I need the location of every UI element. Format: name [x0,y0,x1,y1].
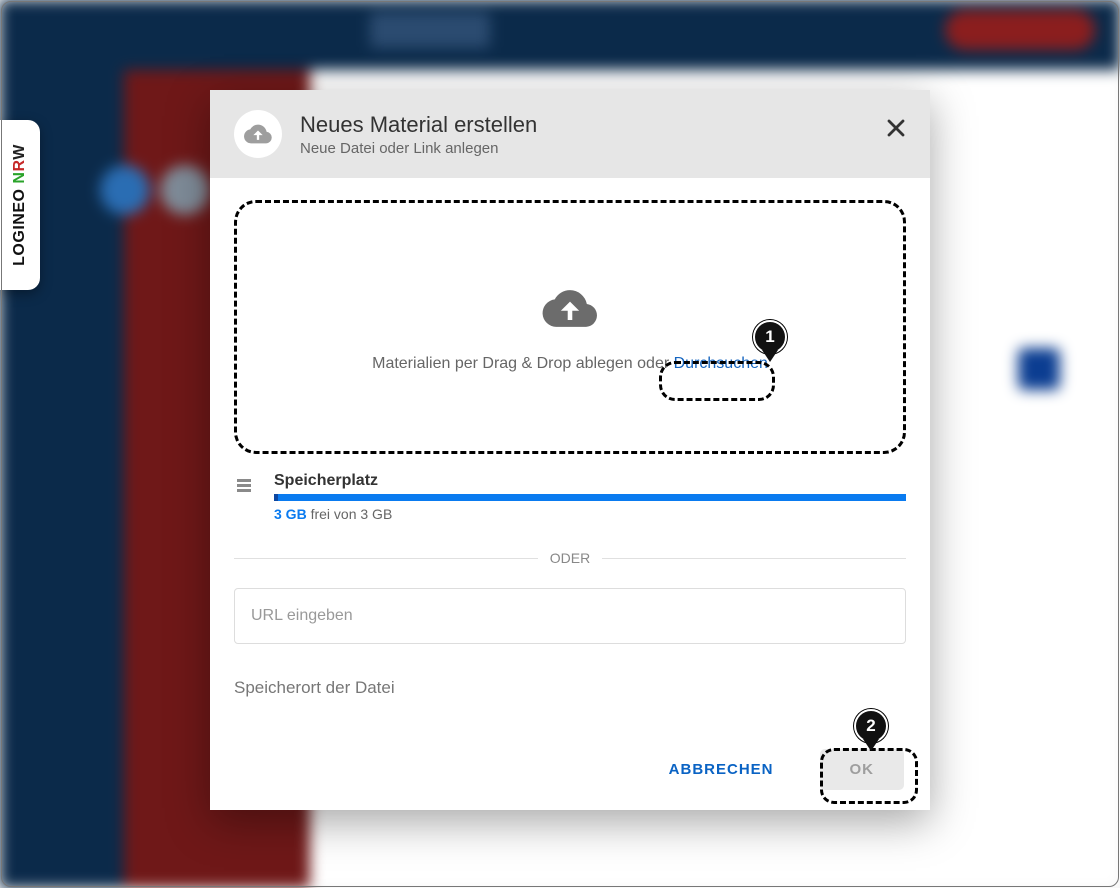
annotation-marker-1: 1 [753,320,787,354]
storage-icon [234,472,258,505]
storage-text: 3 GB frei von 3 GB [274,506,906,522]
upload-header-icon [234,110,282,158]
cloud-upload-icon [534,281,606,341]
annotation-marker-2: 2 [854,709,888,743]
dialog-subtitle: Neue Datei oder Link anlegen [300,140,537,157]
dialog-body[interactable]: Materialien per Drag & Drop ablegen oder… [210,178,930,731]
file-location-label: Speicherort der Datei [234,678,906,708]
file-dropzone[interactable]: Materialien per Drag & Drop ablegen oder… [234,200,906,454]
dialog-title: Neues Material erstellen [300,112,537,138]
storage-label: Speicherplatz [274,472,906,490]
storage-bar [274,494,906,501]
create-material-dialog: Neues Material erstellen Neue Datei oder… [210,90,930,810]
ok-button[interactable]: OK [820,749,905,790]
browse-link[interactable]: Durchsuchen [674,355,768,372]
dialog-header: Neues Material erstellen Neue Datei oder… [210,90,930,178]
logineo-side-tab[interactable]: LOGINEO NRW [0,120,40,290]
or-divider: ODER [234,550,906,566]
dropzone-text: Materialien per Drag & Drop ablegen oder… [372,355,768,373]
storage-section: Speicherplatz 3 GB frei von 3 GB [234,472,906,522]
url-input[interactable] [234,588,906,644]
cancel-button[interactable]: ABBRECHEN [663,760,780,779]
dialog-footer: ABBRECHEN OK 2 [210,731,930,810]
close-button[interactable] [882,114,910,142]
logineo-label: LOGINEO NRW [11,144,29,266]
